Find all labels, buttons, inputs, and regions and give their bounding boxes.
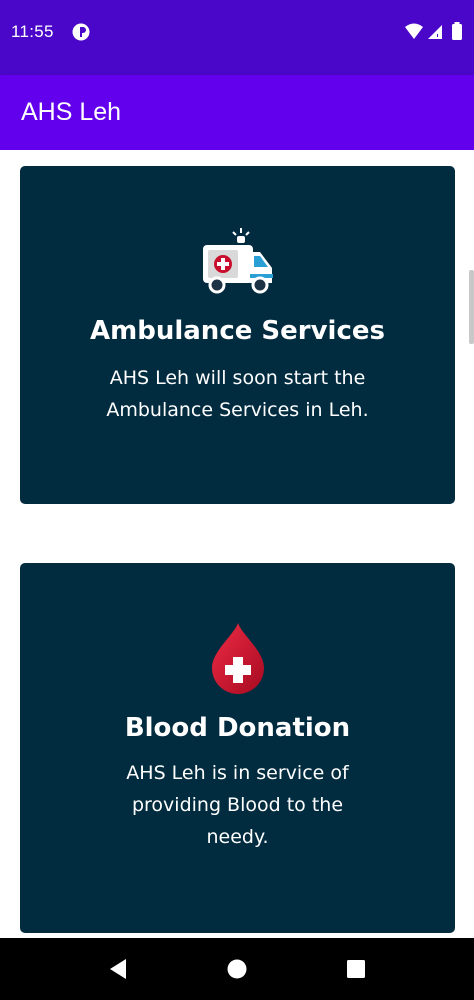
ambulance-icon [202,228,273,294]
back-button[interactable] [106,957,130,981]
blood-drop-icon [211,623,264,694]
recents-button[interactable] [344,957,368,981]
ambulance-services-card[interactable]: Ambulance Services AHS Leh will soon sta… [20,166,455,504]
home-button[interactable] [225,957,249,981]
scrollbar-thumb[interactable] [469,270,474,344]
status-time: 11:55 [11,22,54,41]
battery-icon [452,22,462,40]
system-navigation-bar [0,938,474,1000]
status-icons [405,22,462,40]
app-title: AHS Leh [21,98,122,126]
content-scroll-area[interactable]: Ambulance Services AHS Leh will soon sta… [0,150,474,938]
wifi-icon [405,23,423,39]
blood-donation-card[interactable]: Blood Donation AHS Leh is in service of … [20,563,455,933]
card-title: Ambulance Services [90,316,385,346]
circular-app-icon [72,23,90,41]
card-description: AHS Leh is in service of providing Blood… [126,762,349,848]
card-title: Blood Donation [124,713,351,743]
status-bar: 11:55 [0,0,474,75]
cell-signal-icon [428,25,442,39]
app-bar: AHS Leh [0,75,474,150]
card-description: AHS Leh will soon start the Ambulance Se… [106,367,369,421]
